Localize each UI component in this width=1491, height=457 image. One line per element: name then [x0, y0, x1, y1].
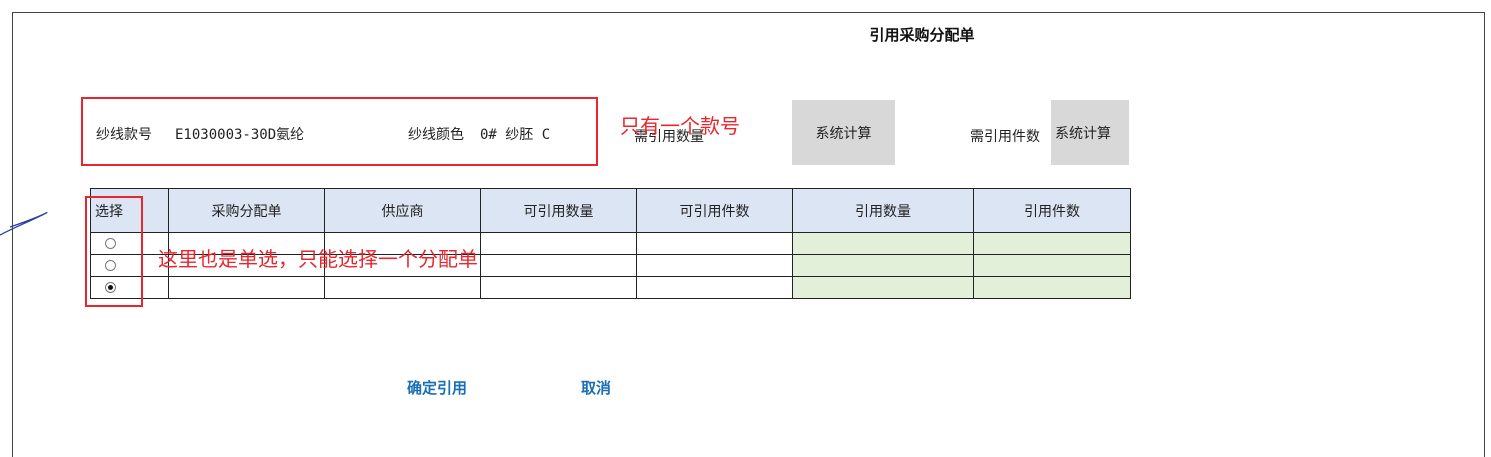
table-row: [90, 276, 1131, 299]
col-header-allocation: 采购分配单: [168, 188, 325, 233]
style-annotation-box: [81, 97, 598, 166]
available-qty-cell: [480, 232, 637, 255]
ref-pieces-cell[interactable]: [973, 232, 1131, 255]
col-header-available-pieces: 可引用件数: [636, 188, 793, 233]
col-header-supplier: 供应商: [324, 188, 481, 233]
need-pieces-label: 需引用件数: [970, 129, 1040, 145]
ref-pieces-cell[interactable]: [973, 276, 1131, 299]
calc-qty-button[interactable]: 系统计算: [792, 100, 895, 165]
available-pieces-cell: [636, 276, 793, 299]
calc-pieces-button[interactable]: 系统计算: [1051, 100, 1129, 165]
calc-pieces-button-label: 系统计算: [1055, 125, 1111, 142]
ref-pieces-cell[interactable]: [973, 254, 1131, 277]
supplier-cell: [324, 276, 481, 299]
col-header-available-qty: 可引用数量: [480, 188, 637, 233]
allocation-cell: [168, 276, 325, 299]
table-header-row: 选择 采购分配单 供应商 可引用数量 可引用件数 引用数量 引用件数: [90, 188, 1131, 233]
radio-annotation-box: [85, 196, 143, 307]
style-annotation-text: 只有一个款号: [620, 114, 740, 138]
available-pieces-cell: [636, 232, 793, 255]
pen-stroke: [0, 211, 48, 236]
col-header-ref-pieces: 引用件数: [973, 188, 1131, 233]
page-title: 引用采购分配单: [869, 26, 975, 44]
ref-qty-cell[interactable]: [792, 276, 974, 299]
radio-annotation-text: 这里也是单选，只能选择一个分配单: [158, 247, 478, 271]
available-qty-cell: [480, 276, 637, 299]
ref-qty-cell[interactable]: [792, 232, 974, 255]
available-qty-cell: [480, 254, 637, 277]
col-header-ref-qty: 引用数量: [792, 188, 974, 233]
cancel-button[interactable]: 取消: [581, 377, 611, 398]
confirm-reference-button[interactable]: 确定引用: [407, 377, 467, 398]
available-pieces-cell: [636, 254, 793, 277]
ref-qty-cell[interactable]: [792, 254, 974, 277]
